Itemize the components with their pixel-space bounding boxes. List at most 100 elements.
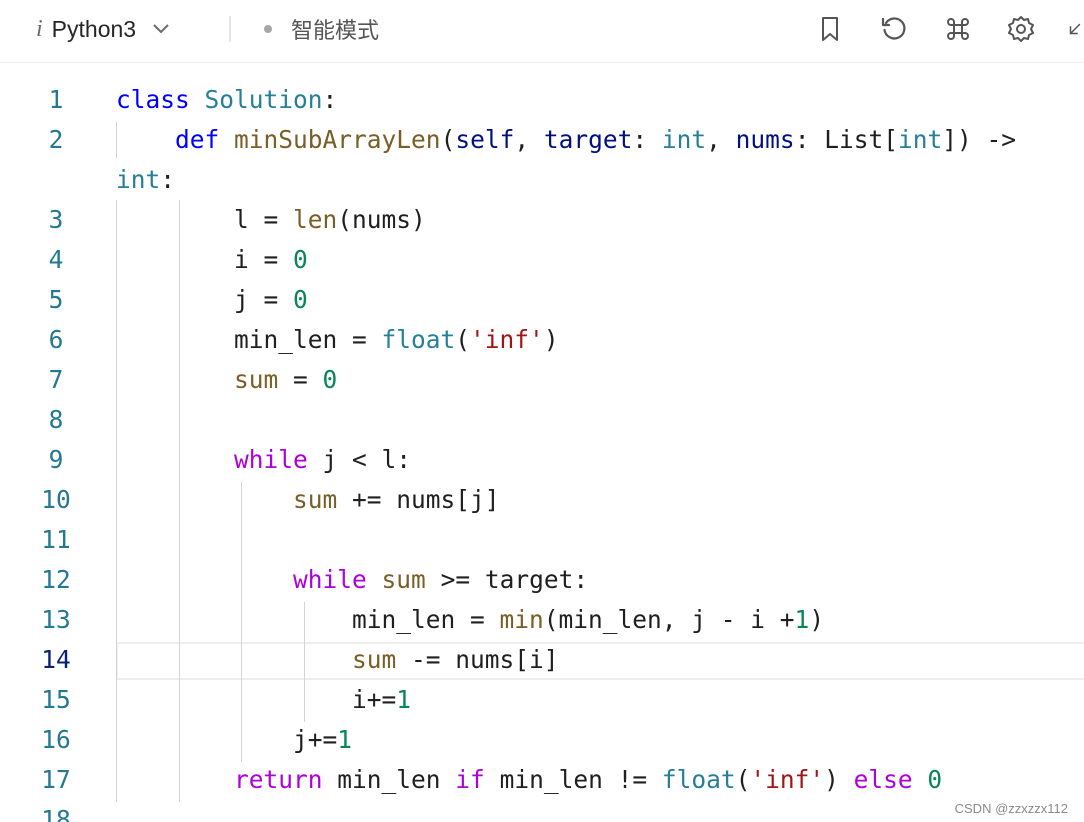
toolbar-divider: [229, 16, 231, 42]
line-number: 10: [41, 485, 71, 514]
code-text: sum += nums[j]: [116, 480, 500, 520]
chevron-down-icon: [152, 23, 170, 35]
code-line[interactable]: 7 sum = 0: [0, 360, 1084, 400]
code-token: ): [809, 605, 825, 634]
code-token: 'inf': [470, 325, 544, 354]
code-text: while j < l:: [116, 440, 411, 480]
bookmark-icon[interactable]: [815, 14, 845, 44]
code-token: 0: [927, 765, 943, 794]
code-text: j+=1: [116, 720, 352, 760]
line-number: 11: [41, 525, 71, 554]
code-token: (: [455, 325, 471, 354]
code-token: ): [543, 325, 559, 354]
code-token: nums: [735, 125, 795, 154]
line-number: 2: [48, 125, 64, 154]
code-text: sum -= nums[i]: [116, 640, 559, 680]
code-token: =: [278, 365, 323, 394]
code-line[interactable]: 9 while j < l:: [0, 440, 1084, 480]
code-token: def: [175, 125, 220, 154]
line-number: 8: [48, 405, 64, 434]
code-token: min_len =: [116, 605, 500, 634]
code-text: class Solution:: [116, 80, 337, 120]
code-token: sum: [381, 565, 426, 594]
code-token: 'inf': [750, 765, 825, 794]
code-token: ): [824, 765, 854, 794]
command-icon[interactable]: [943, 14, 973, 44]
code-token: 1: [396, 685, 412, 714]
line-number: [30, 160, 82, 200]
code-line[interactable]: 11: [0, 520, 1084, 560]
code-token: (nums): [337, 205, 426, 234]
gear-icon[interactable]: [1006, 14, 1036, 44]
code-token: target: [543, 125, 633, 154]
code-token: l =: [116, 205, 294, 234]
code-token: Solution: [204, 85, 323, 114]
collapse-icon[interactable]: [1066, 14, 1084, 44]
line-number: 1: [48, 85, 64, 114]
code-line[interactable]: 14 sum -= nums[i]: [0, 640, 1084, 680]
code-token: int: [897, 125, 943, 154]
code-line[interactable]: 1 class Solution:: [0, 80, 1084, 120]
code-token: (min_len, j - i +: [543, 605, 795, 634]
code-line[interactable]: 4 i = 0: [0, 240, 1084, 280]
watermark: CSDN @zzxzzx112: [954, 801, 1068, 816]
info-icon: i: [36, 15, 43, 42]
code-token: sum: [352, 645, 397, 674]
code-token: int: [661, 125, 707, 154]
code-line[interactable]: 13 min_len = min(min_len, j - i +1): [0, 600, 1084, 640]
code-editor[interactable]: 1 class Solution: 2 def minSubArrayLen(sel…: [0, 80, 1084, 822]
code-line[interactable]: 10 sum += nums[j]: [0, 480, 1084, 520]
code-token: (: [735, 765, 751, 794]
code-line[interactable]: 15 i+=1: [0, 680, 1084, 720]
code-line[interactable]: 17 return min_len if min_len != float('i…: [0, 760, 1084, 800]
code-token: min_len: [322, 765, 456, 794]
code-token: min: [499, 605, 544, 634]
language-selector[interactable]: i Python3: [36, 14, 170, 44]
code-text: while sum >= target:: [116, 560, 588, 600]
code-token: j+=: [116, 725, 338, 754]
code-token: i+=: [116, 685, 397, 714]
line-number: 5: [48, 285, 64, 314]
code-line[interactable]: 18: [0, 800, 1084, 822]
line-number: 15: [41, 685, 71, 714]
code-line[interactable]: 12 while sum >= target:: [0, 560, 1084, 600]
code-token: ,: [706, 125, 736, 154]
code-line[interactable]: int:: [0, 160, 1084, 200]
code-token: -= nums[i]: [396, 645, 559, 674]
code-line[interactable]: 6 min_len = float('inf'): [0, 320, 1084, 360]
code-token: :: [160, 165, 176, 194]
code-line[interactable]: 8: [0, 400, 1084, 440]
code-token: >= target:: [425, 565, 589, 594]
code-text: i+=1: [116, 680, 411, 720]
code-text: return min_len if min_len != float('inf'…: [116, 760, 942, 800]
code-token: float: [381, 325, 456, 354]
code-line[interactable]: 3 l = len(nums): [0, 200, 1084, 240]
code-token: ]) ->: [942, 125, 1016, 154]
code-token: 0: [293, 285, 308, 314]
reset-icon[interactable]: [879, 14, 909, 44]
code-token: ,: [514, 125, 544, 154]
code-text: int:: [116, 160, 175, 200]
code-token: i =: [116, 245, 294, 274]
code-line[interactable]: 16 j+=1: [0, 720, 1084, 760]
code-token: :: [632, 125, 662, 154]
line-number: 14: [41, 645, 71, 674]
code-token: int: [116, 165, 161, 194]
code-text: i = 0: [116, 240, 308, 280]
code-line[interactable]: 5 j = 0: [0, 280, 1084, 320]
code-line[interactable]: 2 def minSubArrayLen(self, target: int, …: [0, 120, 1084, 160]
code-token: minSubArrayLen: [234, 125, 441, 154]
code-token: while: [293, 565, 367, 594]
line-number: 9: [48, 445, 64, 474]
line-number: 4: [48, 245, 64, 274]
code-token: sum: [293, 485, 338, 514]
smart-mode-toggle[interactable]: 智能模式: [264, 14, 379, 44]
line-number: 12: [41, 565, 71, 594]
